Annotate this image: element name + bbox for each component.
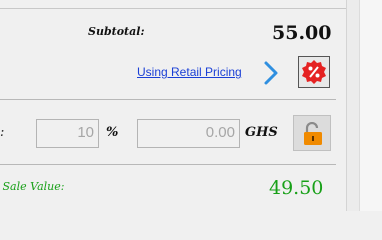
vertical-scrollbar-track[interactable]: [359, 0, 382, 211]
checkout-totals-panel: Subtotal: 55.00 Using Retail Pricing : 1…: [0, 0, 382, 211]
retail-pricing-link[interactable]: Using Retail Pricing: [137, 65, 242, 79]
percent-badge-icon: [302, 60, 326, 84]
row-label-fragment: :: [0, 125, 5, 140]
section-divider-2: [0, 164, 336, 165]
currency-label: GHS: [245, 125, 278, 140]
subtotal-value: 55.00: [272, 22, 332, 44]
lock-toggle-button[interactable]: [293, 115, 331, 151]
subtotal-label: Subtotal:: [88, 25, 145, 38]
chevron-right-icon[interactable]: [261, 60, 281, 86]
sale-value-label: ' Sale Value:: [0, 180, 65, 193]
section-divider: [0, 99, 336, 100]
discount-button[interactable]: [298, 56, 330, 88]
percent-sign-label: %: [106, 125, 119, 140]
discount-amount-field[interactable]: 0.00: [137, 119, 240, 148]
discount-percent-field[interactable]: 10: [36, 119, 99, 148]
sale-value-amount: 49.50: [269, 177, 324, 199]
unlocked-padlock-icon: [304, 122, 322, 145]
top-divider: [0, 8, 346, 9]
